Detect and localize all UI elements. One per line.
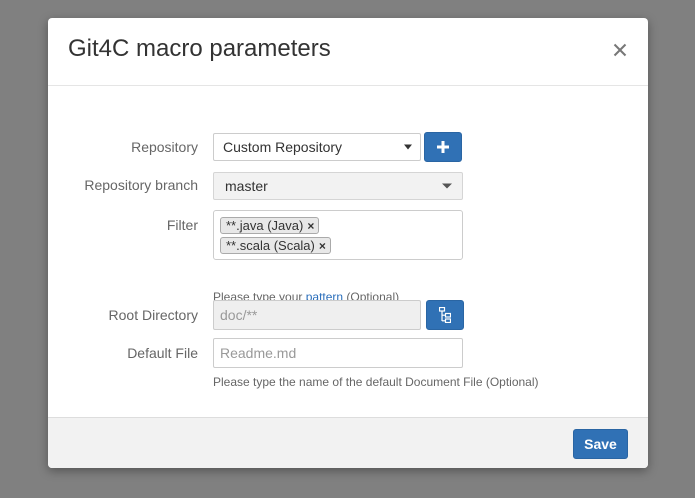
branch-label: Repository branch bbox=[84, 177, 198, 193]
filter-tag: **.java (Java) × bbox=[220, 217, 320, 234]
repository-label: Repository bbox=[131, 139, 198, 155]
save-button[interactable]: Save bbox=[573, 429, 628, 459]
dialog-header: Git4C macro parameters bbox=[48, 18, 648, 86]
default-file-label: Default File bbox=[127, 345, 198, 361]
root-directory-input[interactable] bbox=[213, 300, 421, 330]
filter-tag-input[interactable]: **.java (Java) × **.scala (Scala) × bbox=[213, 210, 463, 260]
dropdown-caret-icon bbox=[404, 144, 412, 150]
default-file-help-text: Please type the name of the default Docu… bbox=[213, 375, 539, 389]
repository-select[interactable]: Custom Repository bbox=[213, 133, 421, 161]
dropdown-caret-icon bbox=[442, 183, 452, 189]
remove-tag-icon[interactable]: × bbox=[319, 239, 326, 253]
browse-directory-button[interactable] bbox=[426, 300, 464, 330]
dialog-footer: Save bbox=[48, 417, 648, 468]
plus-icon bbox=[437, 141, 449, 153]
remove-tag-icon[interactable]: × bbox=[307, 219, 314, 233]
filter-tag-text: **.java (Java) bbox=[226, 218, 304, 233]
default-file-input[interactable] bbox=[213, 338, 463, 368]
close-icon bbox=[613, 43, 627, 57]
branch-selected-value: master bbox=[225, 178, 268, 194]
root-directory-label: Root Directory bbox=[108, 307, 198, 323]
branch-select[interactable]: master bbox=[213, 172, 463, 200]
macro-parameters-dialog: Git4C macro parameters Repository Custom… bbox=[48, 18, 648, 468]
filter-label: Filter bbox=[166, 217, 198, 233]
filter-tag: **.scala (Scala) × bbox=[220, 237, 331, 254]
directory-tree-icon bbox=[439, 307, 451, 323]
filter-tag-text: **.scala (Scala) bbox=[226, 238, 315, 253]
add-repository-button[interactable] bbox=[424, 132, 462, 162]
dialog-title: Git4C macro parameters bbox=[68, 35, 331, 62]
repository-selected-value: Custom Repository bbox=[223, 139, 343, 155]
close-button[interactable] bbox=[610, 38, 630, 62]
